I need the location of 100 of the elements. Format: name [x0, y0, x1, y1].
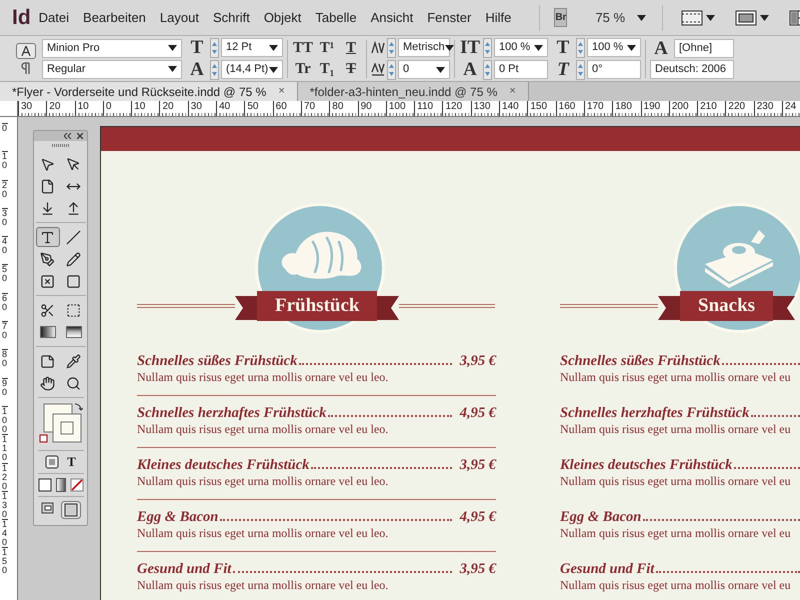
dropdown-caret-icon[interactable] [706, 14, 716, 20]
menu-item[interactable]: Objekt [264, 8, 302, 28]
skew-icon: T [552, 60, 574, 79]
dropdown-caret-icon[interactable] [168, 45, 177, 51]
ruler-number: 140 [2, 519, 8, 548]
font-size-field[interactable]: 12 Pt [221, 38, 283, 57]
ruler-number: 120 [442, 101, 471, 116]
dot-leader [734, 467, 800, 469]
skew-field[interactable]: 0° [587, 60, 641, 79]
collapse-icon[interactable] [64, 133, 71, 139]
horizontal-scale-icon: T [552, 38, 574, 57]
font-style-field[interactable]: Regular [42, 60, 182, 78]
ruler-number: 80 [2, 349, 8, 378]
horizontal-scale-field[interactable]: 100 % [587, 38, 641, 57]
dropdown-caret-icon[interactable] [637, 14, 646, 20]
menu-item-name: Egg & Bacon [560, 508, 642, 526]
text-format-button[interactable]: T [67, 455, 76, 469]
ruler-number: 150 [527, 101, 556, 116]
menu-item[interactable]: Hilfe [485, 8, 512, 28]
preview-view-icon[interactable] [60, 501, 80, 519]
ruler-number: 200 [668, 101, 698, 116]
type-style-button[interactable]: Tr [292, 60, 314, 78]
ruler-number: 220 [725, 101, 754, 116]
container-format-icon[interactable] [45, 455, 60, 469]
tab-close-button[interactable]: × [509, 83, 516, 100]
menu-item-description: Nullam quis risus eget urna mollis ornare vel eu leo. [137, 474, 390, 489]
dropdown-caret-icon[interactable] [534, 44, 543, 50]
ruler-number: 20 [2, 180, 8, 208]
dropdown-caret-icon[interactable] [168, 66, 177, 72]
baseline-shift-field[interactable]: 0 Pt [494, 60, 548, 79]
tab-close-button[interactable]: × [278, 83, 285, 100]
stepper-icon[interactable] [576, 60, 585, 80]
menu-item-price: 3,95 € [458, 560, 496, 578]
pen-icon [40, 252, 55, 266]
tracking-icon [371, 62, 385, 76]
menu-item-name: Schnelles herzhaftes Frühstück [137, 404, 326, 422]
bridge-button[interactable]: Br [554, 8, 568, 27]
dropdown-caret-icon[interactable] [269, 66, 278, 72]
menu-item[interactable]: Fenster [427, 8, 472, 28]
character-mode-button[interactable] [16, 43, 36, 59]
menu-item[interactable]: Schrift [212, 8, 250, 28]
vertical-scale-field[interactable]: 100 % [494, 38, 548, 57]
dropdown-caret-icon[interactable] [444, 44, 454, 50]
ruler-number: 60 [272, 101, 301, 116]
language-field[interactable]: Deutsch: 2006 [650, 60, 734, 78]
type-style-button[interactable]: T₁ [316, 60, 338, 78]
type-style-button[interactable]: T [340, 38, 362, 58]
ruler-number: 20 [159, 101, 188, 116]
type-style-button[interactable]: T¹ [316, 38, 338, 58]
menu-item[interactable]: Bearbeiten [83, 8, 146, 28]
menu-item[interactable]: Layout [160, 8, 199, 28]
tool-button[interactable] [36, 227, 60, 247]
apply-color-icon[interactable] [38, 478, 52, 492]
menu-item[interactable]: Tabelle [315, 8, 357, 28]
stepper-icon[interactable] [210, 60, 219, 80]
dropdown-caret-icon[interactable] [436, 66, 445, 72]
ruler-number: 130 [2, 490, 8, 520]
stepper-icon[interactable] [387, 38, 396, 58]
menu-item-price: 3,95 € [458, 456, 496, 474]
ruler-number: 210 [697, 101, 726, 116]
screen-mode-icon[interactable] [735, 10, 758, 26]
menu-item[interactable]: Datei [38, 8, 70, 28]
note-icon [40, 354, 55, 368]
normal-view-icon[interactable] [40, 501, 54, 515]
ruler-number: 150 [2, 547, 8, 576]
character-style-field[interactable]: [Ohne] [674, 38, 734, 58]
type-style-button[interactable]: T [340, 60, 362, 78]
baseline-shift-icon: A [459, 60, 481, 79]
ruler-number: 10 [74, 101, 103, 116]
paragraph-mode-icon[interactable] [21, 62, 31, 74]
font-family-field[interactable]: Minion Pro [42, 38, 182, 58]
zoom-dropdown[interactable]: 75 % [595, 8, 646, 28]
apply-gradient-icon[interactable] [56, 478, 66, 492]
gradient-icon [40, 326, 56, 338]
ruler-number: 40 [2, 236, 8, 264]
stepper-icon[interactable] [576, 38, 585, 58]
ruler-number: 50 [2, 264, 8, 293]
tracking-field[interactable]: 0 [398, 60, 450, 79]
document-tab[interactable]: *Flyer - Vorderseite und Rückseite.indd @ 75 % × [0, 82, 298, 101]
stepper-icon[interactable] [210, 38, 219, 58]
stepper-icon[interactable] [387, 60, 396, 80]
leading-field[interactable]: (14,4 Pt) [221, 60, 283, 79]
menu-item-description: Nullam quis risus eget urna mollis ornare vel eu leo. [137, 370, 390, 385]
stepper-icon[interactable] [483, 60, 492, 80]
ruler-number: 130 [470, 101, 500, 116]
dropdown-caret-icon[interactable] [627, 44, 636, 50]
close-icon[interactable] [77, 133, 83, 139]
dropdown-caret-icon[interactable] [760, 14, 770, 20]
type-style-button[interactable]: TT [292, 38, 314, 58]
kerning-icon [371, 40, 385, 54]
dropdown-caret-icon[interactable] [269, 44, 278, 50]
film-view-icon[interactable] [681, 10, 704, 26]
apply-none-icon[interactable] [70, 478, 84, 492]
menu-item[interactable]: Ansicht [370, 8, 414, 28]
stepper-icon[interactable] [483, 38, 492, 58]
type-tool-icon [40, 230, 55, 244]
document-tab[interactable]: *folder-a3-hinten_neu.indd @ 75 % × [298, 82, 529, 101]
dot-leader [751, 415, 800, 417]
collector-icon [40, 200, 55, 216]
hollow-arrow-icon [66, 156, 81, 172]
